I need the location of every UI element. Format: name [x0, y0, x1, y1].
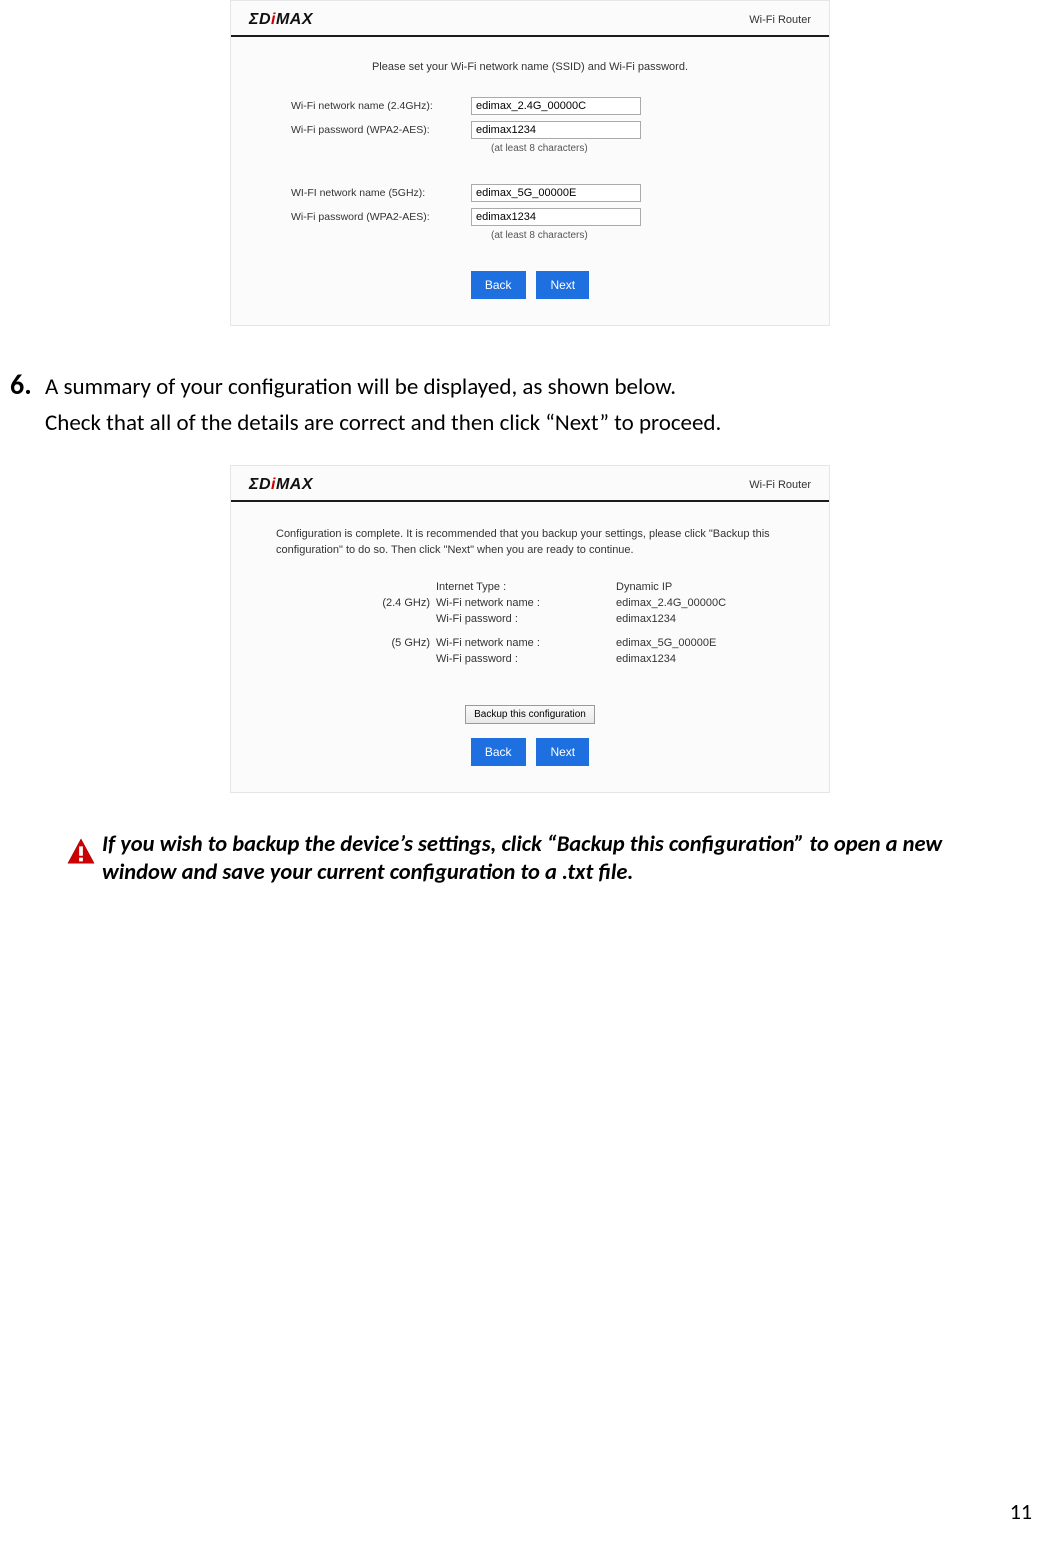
pass-5-input[interactable]	[471, 208, 641, 226]
wifi-24ghz-section: Wi-Fi network name (2.4GHz): Wi-Fi passw…	[271, 97, 789, 154]
ssid-label: Wi-Fi network name :	[436, 597, 586, 609]
backup-note: If you wish to backup the device’s setti…	[0, 813, 1060, 887]
pass-24-label: Wi-Fi password (WPA2-AES):	[271, 124, 471, 136]
ssid-24-value: edimax_2.4G_00000C	[586, 597, 726, 609]
band-24-label: (2.4 GHz)	[336, 597, 436, 609]
internet-type-value: Dynamic IP	[586, 581, 672, 593]
warning-icon	[66, 837, 96, 867]
back-button[interactable]: Back	[471, 738, 526, 766]
step-text-line1: A summary of your configuration will be …	[45, 370, 676, 403]
pass-5-value: edimax1234	[586, 653, 676, 665]
ssid-5-value: edimax_5G_00000E	[586, 637, 716, 649]
internet-type-label: Internet Type :	[436, 581, 586, 593]
ssid-24-label: Wi-Fi network name (2.4GHz):	[271, 100, 471, 112]
edimax-logo: ΣDiMAX	[249, 476, 313, 494]
pass-label: Wi-Fi password :	[436, 653, 586, 665]
pass-5-label: Wi-Fi password (WPA2-AES):	[271, 211, 471, 223]
edimax-logo: ΣDiMAX	[249, 11, 313, 29]
screenshot1-header: ΣDiMAX Wi-Fi Router	[231, 1, 829, 37]
backup-button[interactable]: Backup this configuration	[465, 705, 595, 724]
ssid-5-input[interactable]	[471, 184, 641, 202]
next-button[interactable]: Next	[536, 738, 589, 766]
mode-label: Wi-Fi Router	[749, 479, 811, 491]
mode-label: Wi-Fi Router	[749, 14, 811, 26]
pass-label: Wi-Fi password :	[436, 613, 586, 625]
pass-24-input[interactable]	[471, 121, 641, 139]
step-number: 6.	[10, 370, 45, 399]
screenshot2-header: ΣDiMAX Wi-Fi Router	[231, 466, 829, 502]
wifi-5ghz-section: WI-FI network name (5GHz): Wi-Fi passwor…	[271, 184, 789, 241]
page-number: 11	[1010, 1498, 1032, 1525]
ssid-label: Wi-Fi network name :	[436, 637, 586, 649]
step-6: 6. A summary of your configuration will …	[0, 346, 1060, 409]
summary-screenshot: ΣDiMAX Wi-Fi Router Configuration is com…	[230, 465, 830, 793]
wifi-setup-screenshot: ΣDiMAX Wi-Fi Router Please set your Wi-F…	[230, 0, 830, 326]
back-button[interactable]: Back	[471, 271, 526, 299]
next-button[interactable]: Next	[536, 271, 589, 299]
pass-24-hint: (at least 8 characters)	[491, 143, 789, 154]
pass-24-value: edimax1234	[586, 613, 676, 625]
pass-5-hint: (at least 8 characters)	[491, 230, 789, 241]
backup-note-text: If you wish to backup the device’s setti…	[102, 831, 990, 887]
ssid-5-label: WI-FI network name (5GHz):	[271, 187, 471, 199]
ssid-24-input[interactable]	[471, 97, 641, 115]
band-5-label: (5 GHz)	[336, 637, 436, 649]
setup-instruction: Please set your Wi-Fi network name (SSID…	[271, 61, 789, 73]
summary-table: Internet Type : Dynamic IP (2.4 GHz) Wi-…	[271, 581, 789, 665]
summary-instruction: Configuration is complete. It is recomme…	[271, 526, 789, 559]
step-text-line2: Check that all of the details are correc…	[0, 409, 1060, 439]
